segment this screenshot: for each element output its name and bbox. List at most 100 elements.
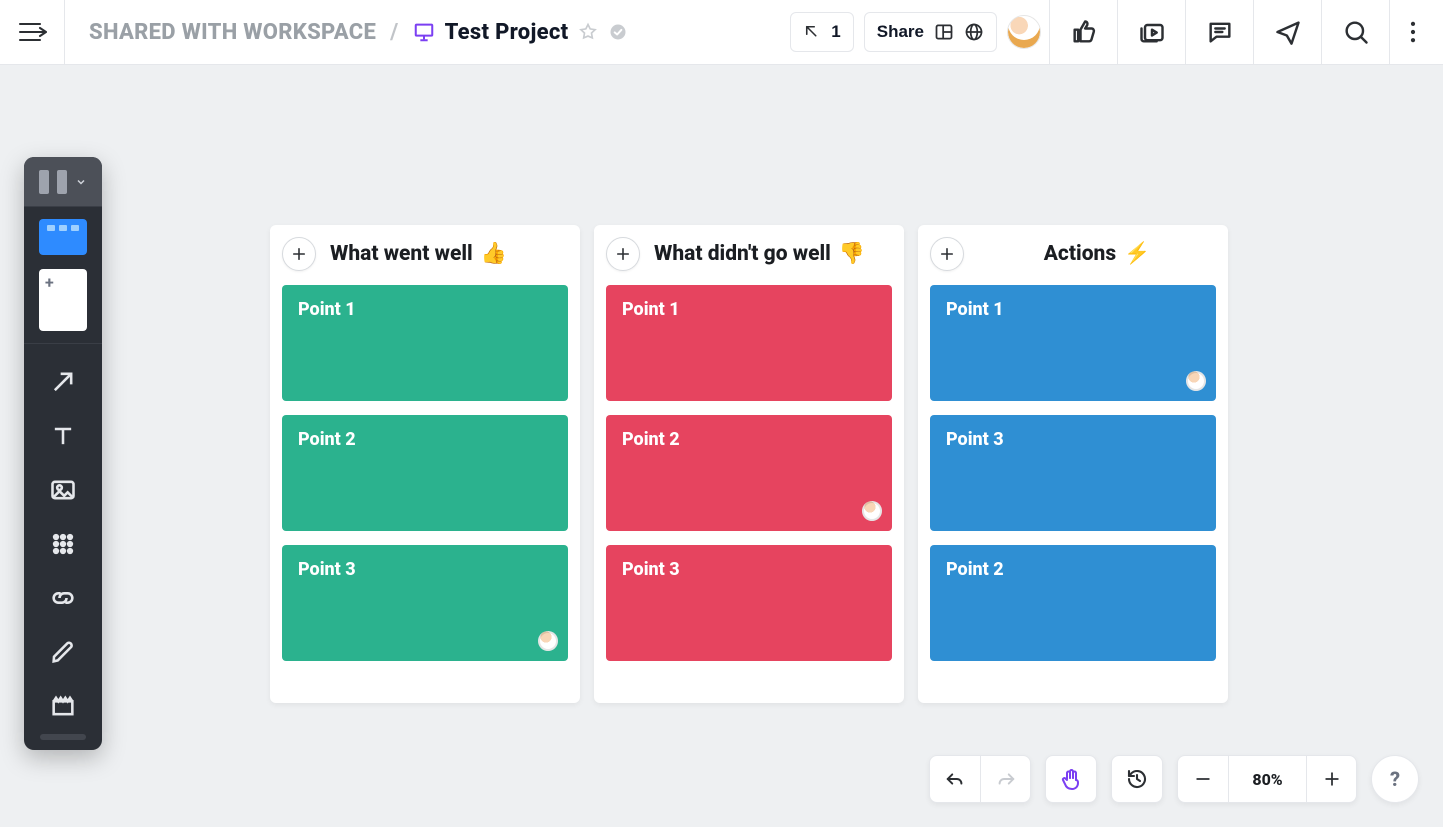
bottom-controls: 80% ? [929, 755, 1419, 803]
minus-icon [1193, 769, 1213, 789]
undo-button[interactable] [930, 756, 980, 802]
plus-icon [1322, 769, 1342, 789]
user-avatar[interactable] [1007, 15, 1041, 49]
help-button[interactable]: ? [1371, 755, 1419, 803]
column-header: What didn't go well👎 [606, 237, 892, 271]
draw-tool[interactable] [47, 636, 79, 668]
undo-icon [944, 768, 966, 790]
add-card-button[interactable] [930, 237, 964, 271]
history-controls [929, 755, 1031, 803]
card-label: Point 2 [298, 429, 356, 450]
breadcrumb-project[interactable]: Test Project [413, 20, 629, 45]
card-label: Point 2 [946, 559, 1004, 580]
share-button[interactable]: Share [864, 12, 997, 52]
image-icon [49, 476, 77, 504]
card-label: Point 3 [622, 559, 680, 580]
column-emoji-icon: 👍 [481, 242, 507, 266]
board-card[interactable]: Point 3 [930, 415, 1216, 531]
menu-toggle-button[interactable] [0, 0, 65, 64]
text-tool[interactable] [47, 420, 79, 452]
redo-button[interactable] [980, 756, 1030, 802]
column-header: Actions⚡ [930, 237, 1216, 271]
search-button[interactable] [1321, 0, 1389, 64]
board-card[interactable]: Point 2 [606, 415, 892, 531]
column-header: What went well 👍 [282, 237, 568, 271]
card-author-avatar [1186, 371, 1206, 391]
card-label: Point 1 [622, 299, 680, 320]
card-author-avatar [862, 501, 882, 521]
column-title: What didn't go well👎 [654, 242, 865, 266]
view-switcher[interactable] [24, 157, 102, 207]
chat-icon [1206, 18, 1234, 46]
plus-icon [290, 245, 308, 263]
board-card[interactable]: Point 1 [282, 285, 568, 401]
zoom-out-button[interactable] [1178, 756, 1228, 802]
zoom-controls: 80% [1177, 755, 1357, 803]
arrow-tool[interactable] [47, 366, 79, 398]
image-tool[interactable] [47, 474, 79, 506]
share-label: Share [877, 22, 924, 42]
paper-plane-icon [1274, 18, 1302, 46]
frame-icon [49, 692, 77, 720]
board-card[interactable]: Point 3 [606, 545, 892, 661]
frame-tool[interactable] [47, 690, 79, 722]
breadcrumb: SHARED WITH WORKSPACE / Test Project [65, 20, 628, 45]
grid-dots-icon [49, 530, 77, 558]
breadcrumb-separator: / [390, 20, 398, 45]
presentation-icon [413, 21, 435, 43]
slide-thumbnail-1[interactable] [39, 219, 87, 255]
board-card[interactable]: Point 2 [282, 415, 568, 531]
card-label: Point 3 [298, 559, 356, 580]
version-history-button[interactable] [1112, 756, 1162, 802]
thumbs-up-icon [1070, 18, 1098, 46]
status-check-icon[interactable] [608, 22, 628, 42]
link-tool[interactable] [47, 582, 79, 614]
tool-list [47, 344, 79, 730]
hand-tool-button[interactable] [1046, 756, 1096, 802]
retro-board: What went well👍Point 1Point 2Point 3What… [270, 225, 1228, 703]
app-header: SHARED WITH WORKSPACE / Test Project 1 [0, 0, 1443, 65]
zoom-in-button[interactable] [1306, 756, 1356, 802]
column-emoji-icon: ⚡ [1124, 242, 1150, 266]
board-column: Actions⚡ Point 1 Point 3 Point 2 [918, 225, 1228, 703]
pan-tool [1045, 755, 1097, 803]
arrow-up-left-icon [803, 23, 821, 41]
send-button[interactable] [1253, 0, 1321, 64]
video-library-icon [1138, 18, 1166, 46]
plus-icon [938, 245, 956, 263]
zoom-level[interactable]: 80% [1228, 756, 1306, 802]
board-card[interactable]: Point 2 [930, 545, 1216, 661]
add-card-button[interactable] [282, 237, 316, 271]
board-card[interactable]: Point 1 [930, 285, 1216, 401]
canvas[interactable]: + [0, 65, 1443, 827]
card-author-avatar [538, 631, 558, 651]
column-emoji-icon: 👎 [839, 242, 865, 266]
board-column: What didn't go well👎 Point 1 Point 2 Point … [594, 225, 904, 703]
comments-button[interactable] [1185, 0, 1253, 64]
redo-icon [995, 768, 1017, 790]
column-title-text: What went well [330, 242, 473, 266]
history-version [1111, 755, 1163, 803]
board-card[interactable]: Point 3 [282, 545, 568, 661]
card-label: Point 3 [946, 429, 1004, 450]
chevron-down-icon [75, 176, 87, 188]
open-presentation-button[interactable]: 1 [790, 12, 853, 52]
board-column: What went well 👍 Point 1 Point 2 Point 3 [270, 225, 580, 703]
reactions-button[interactable] [1049, 0, 1117, 64]
plus-icon [614, 245, 632, 263]
more-menu-button[interactable] [1389, 0, 1435, 64]
star-icon[interactable] [578, 22, 598, 42]
add-card-button[interactable] [606, 237, 640, 271]
videos-button[interactable] [1117, 0, 1185, 64]
board-card[interactable]: Point 1 [606, 285, 892, 401]
present-count: 1 [831, 22, 840, 42]
card-label: Point 1 [946, 299, 1004, 320]
card-label: Point 2 [622, 429, 680, 450]
add-slide-button[interactable]: + [39, 269, 87, 331]
breadcrumb-workspace[interactable]: SHARED WITH WORKSPACE [89, 20, 376, 45]
column-title: Actions⚡ [1044, 242, 1151, 266]
left-toolbar: + [24, 157, 102, 750]
search-icon [1342, 18, 1370, 46]
shapes-tool[interactable] [47, 528, 79, 560]
more-vertical-icon [1399, 18, 1427, 46]
